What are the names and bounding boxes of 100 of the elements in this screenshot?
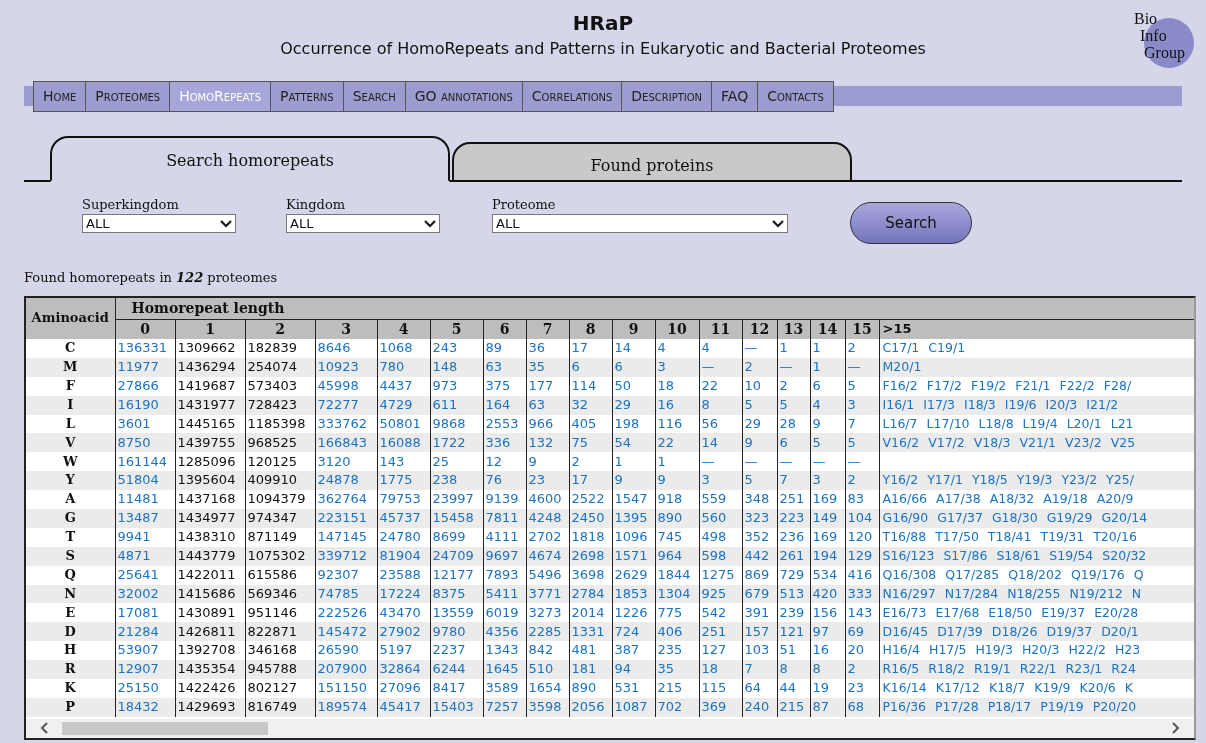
repeat-link[interactable]: K17/12 bbox=[935, 679, 980, 698]
count-link[interactable]: 2702 bbox=[526, 527, 569, 547]
repeat-link[interactable]: K16/14 bbox=[882, 679, 927, 698]
count-link[interactable]: 17 bbox=[569, 339, 612, 358]
count-link[interactable]: 560 bbox=[699, 509, 742, 528]
repeat-link[interactable]: Q18/202 bbox=[1008, 565, 1062, 585]
repeat-link[interactable]: G19/29 bbox=[1046, 509, 1093, 528]
count-link[interactable]: 3 bbox=[655, 357, 699, 377]
count-link[interactable]: 169 bbox=[810, 527, 845, 547]
repeat-link[interactable]: R24 bbox=[1111, 660, 1136, 679]
repeat-link[interactable]: M20/1 bbox=[882, 358, 922, 377]
count-link[interactable]: 10 bbox=[742, 376, 777, 396]
count-link[interactable]: 29 bbox=[612, 395, 655, 415]
repeat-link[interactable]: S17/86 bbox=[943, 547, 988, 566]
dropdown[interactable]: ALL bbox=[492, 214, 788, 233]
count-link[interactable]: 114 bbox=[569, 376, 612, 396]
count-link[interactable]: 136331 bbox=[115, 339, 175, 358]
repeat-link[interactable]: L16/7 bbox=[882, 414, 918, 434]
repeat-link[interactable]: L19/4 bbox=[1022, 414, 1058, 434]
count-link[interactable]: 72277 bbox=[315, 395, 377, 415]
count-link[interactable]: 780 bbox=[377, 357, 430, 377]
count-link[interactable]: 6 bbox=[810, 376, 845, 396]
repeat-link[interactable]: F16/2 bbox=[882, 376, 918, 396]
nav-link[interactable]: Contacts bbox=[757, 80, 834, 112]
count-link[interactable]: 68 bbox=[845, 697, 879, 717]
repeat-link[interactable]: F21/1 bbox=[1015, 376, 1051, 396]
repeat-link[interactable]: R18/2 bbox=[928, 660, 966, 679]
count-link[interactable]: 14 bbox=[612, 339, 655, 358]
count-link[interactable]: 1395 bbox=[612, 509, 655, 528]
count-link[interactable]: 973 bbox=[430, 376, 483, 396]
count-link[interactable]: 177 bbox=[526, 376, 569, 396]
count-link[interactable]: 16190 bbox=[115, 395, 175, 415]
repeat-link[interactable]: R16/5 bbox=[882, 660, 920, 679]
count-link[interactable]: 189574 bbox=[315, 697, 377, 717]
count-link[interactable]: 6 bbox=[612, 357, 655, 377]
count-link[interactable]: 81904 bbox=[377, 546, 430, 566]
count-link[interactable]: 498 bbox=[699, 527, 742, 547]
repeat-link[interactable]: V25 bbox=[1110, 433, 1136, 453]
count-link[interactable]: 5 bbox=[777, 395, 810, 415]
count-link[interactable]: 23 bbox=[845, 679, 879, 698]
nav-link[interactable]: GO annotations bbox=[404, 80, 523, 112]
repeat-link[interactable]: F28/ bbox=[1103, 376, 1132, 396]
repeat-link[interactable]: K18/7 bbox=[988, 679, 1026, 698]
count-link[interactable]: 148 bbox=[430, 357, 483, 377]
count-link[interactable]: 4871 bbox=[115, 546, 175, 566]
count-link[interactable]: 45998 bbox=[315, 376, 377, 396]
repeat-link[interactable]: N19/212 bbox=[1069, 584, 1123, 604]
count-link[interactable]: 1068 bbox=[377, 339, 430, 358]
repeat-link[interactable]: T16/88 bbox=[882, 528, 927, 547]
repeat-link[interactable]: L18/8 bbox=[978, 414, 1014, 434]
count-link[interactable]: 63 bbox=[526, 395, 569, 415]
count-link[interactable]: 964 bbox=[655, 546, 699, 566]
count-link[interactable]: 44 bbox=[777, 679, 810, 698]
count-link[interactable]: 5 bbox=[845, 376, 879, 396]
repeat-link[interactable]: H19/3 bbox=[975, 641, 1013, 660]
count-link[interactable]: 1844 bbox=[655, 565, 699, 585]
repeat-link[interactable]: Q19/176 bbox=[1071, 565, 1125, 585]
repeat-link[interactable]: H20/3 bbox=[1021, 641, 1060, 660]
repeat-link[interactable]: Q17/285 bbox=[945, 565, 1000, 585]
count-link[interactable]: 534 bbox=[810, 565, 845, 585]
count-link[interactable]: 240 bbox=[742, 697, 777, 717]
count-link[interactable]: 7811 bbox=[483, 509, 526, 528]
dropdown[interactable]: ALL bbox=[82, 214, 236, 233]
repeat-link[interactable]: T18/41 bbox=[987, 528, 1032, 547]
repeat-link[interactable]: A17/38 bbox=[936, 490, 981, 509]
nav-link[interactable]: Proteomes bbox=[85, 80, 171, 112]
count-link[interactable]: 416 bbox=[845, 565, 879, 585]
count-link[interactable]: 7893 bbox=[483, 565, 526, 585]
count-link[interactable]: 745 bbox=[655, 527, 699, 547]
repeat-link[interactable]: E17/68 bbox=[935, 603, 980, 623]
count-link[interactable]: 890 bbox=[569, 679, 612, 698]
count-link[interactable]: 2450 bbox=[569, 509, 612, 528]
repeat-link[interactable]: H17/5 bbox=[929, 641, 967, 660]
count-link[interactable]: 19 bbox=[810, 679, 845, 698]
count-link[interactable]: 64 bbox=[742, 679, 777, 698]
count-link[interactable]: 7257 bbox=[483, 697, 526, 717]
count-link[interactable]: 2 bbox=[777, 376, 810, 396]
count-link[interactable]: 6 bbox=[569, 357, 612, 377]
repeat-link[interactable]: N17/284 bbox=[944, 584, 999, 604]
count-link[interactable]: 375 bbox=[483, 376, 526, 396]
count-link[interactable]: 236 bbox=[777, 527, 810, 547]
count-link[interactable]: 25150 bbox=[115, 679, 175, 698]
repeat-link[interactable]: P16/36 bbox=[882, 698, 927, 717]
count-link[interactable]: 1 bbox=[777, 339, 810, 358]
repeat-link[interactable]: V17/2 bbox=[928, 433, 965, 453]
count-link[interactable]: 1654 bbox=[526, 679, 569, 698]
repeat-link[interactable]: S19/54 bbox=[1049, 547, 1094, 566]
count-link[interactable]: 45417 bbox=[377, 697, 430, 717]
count-link[interactable]: 4 bbox=[655, 339, 699, 358]
count-link[interactable]: 149 bbox=[810, 509, 845, 528]
count-link[interactable]: 115 bbox=[699, 679, 742, 698]
count-link[interactable]: 442 bbox=[742, 546, 777, 566]
count-link[interactable]: 3 bbox=[845, 395, 879, 415]
count-link[interactable]: 4248 bbox=[526, 509, 569, 528]
repeat-link[interactable]: C17/1 bbox=[882, 339, 920, 358]
scrollbar-thumb[interactable] bbox=[62, 721, 268, 735]
count-link[interactable]: 2056 bbox=[569, 697, 612, 717]
repeat-link[interactable]: P20/20 bbox=[1092, 698, 1137, 717]
count-link[interactable]: 18432 bbox=[115, 697, 175, 717]
count-link[interactable]: 8 bbox=[699, 395, 742, 415]
